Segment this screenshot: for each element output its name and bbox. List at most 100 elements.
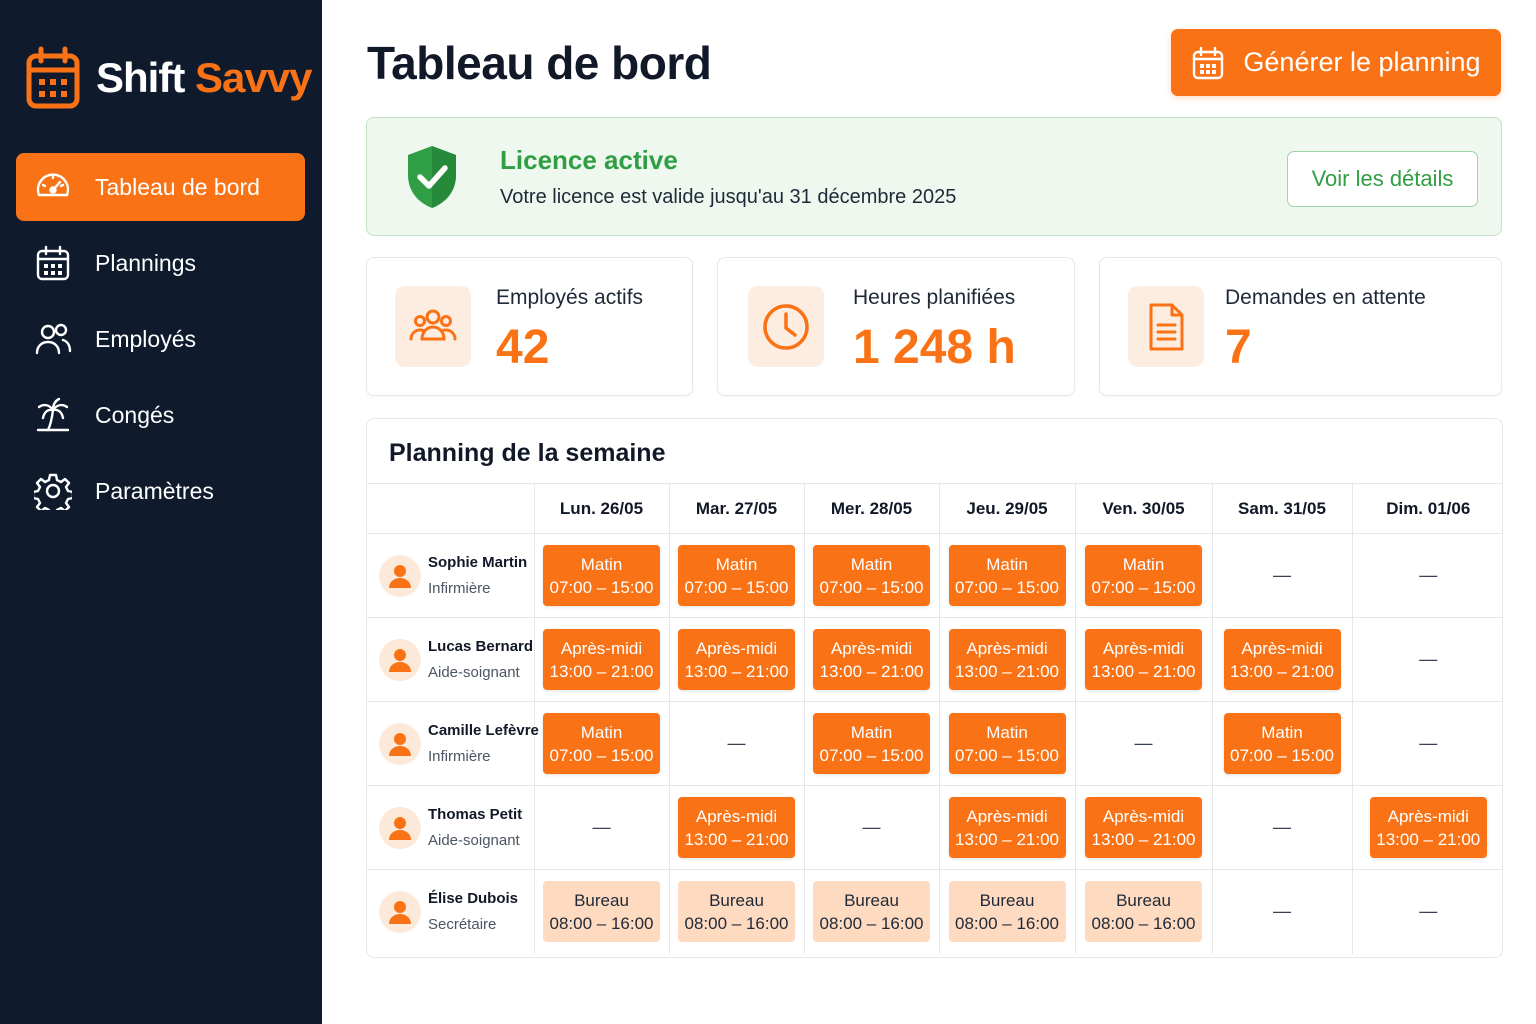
shift-block[interactable]: Matin 07:00 – 15:00: [678, 545, 795, 606]
shift-cell[interactable]: Après-midi 13:00 – 21:00: [1074, 617, 1212, 702]
brand-logo[interactable]: Shift Savvy: [26, 46, 312, 110]
shift-block[interactable]: Matin 07:00 – 15:00: [543, 545, 660, 606]
shift-block[interactable]: Matin 07:00 – 15:00: [813, 713, 930, 774]
shift-cell[interactable]: Bureau 08:00 – 16:00: [938, 869, 1075, 954]
person-icon: [389, 816, 411, 840]
person-icon: [389, 564, 411, 588]
sidebar-item-conges[interactable]: Congés: [16, 381, 305, 449]
shift-cell[interactable]: Après-midi 13:00 – 21:00: [1351, 785, 1502, 870]
sidebar-item-employes[interactable]: Employés: [16, 305, 305, 373]
shift-cell[interactable]: —: [1351, 869, 1502, 954]
shift-block[interactable]: Bureau 08:00 – 16:00: [543, 881, 660, 943]
shift-cell[interactable]: Bureau 08:00 – 16:00: [533, 869, 669, 954]
shift-cell[interactable]: Matin 07:00 – 15:00: [938, 533, 1075, 618]
shift-cell[interactable]: Matin 07:00 – 15:00: [668, 533, 804, 618]
empty-shift: —: [1419, 565, 1438, 585]
users-icon: [409, 309, 457, 340]
sidebar-item-parametres[interactable]: Paramètres: [16, 457, 305, 525]
shift-block[interactable]: Bureau 08:00 – 16:00: [678, 881, 795, 943]
empty-shift: —: [592, 817, 611, 837]
shift-block[interactable]: Après-midi 13:00 – 21:00: [543, 629, 660, 690]
generate-planning-button[interactable]: Générer le planning: [1171, 29, 1501, 96]
shift-block[interactable]: Matin 07:00 – 15:00: [813, 545, 930, 606]
shift-cell[interactable]: Bureau 08:00 – 16:00: [1074, 869, 1212, 954]
shift-time: 08:00 – 16:00: [1091, 913, 1196, 933]
shift-cell[interactable]: Après-midi 13:00 – 21:00: [668, 617, 804, 702]
stat-value: 7: [1225, 321, 1252, 374]
shift-block[interactable]: Après-midi 13:00 – 21:00: [1223, 629, 1341, 690]
shift-time: 08:00 – 16:00: [549, 913, 654, 933]
shift-block[interactable]: Après-midi 13:00 – 21:00: [678, 629, 795, 690]
employee-cell[interactable]: Thomas Petit Aide-soignant: [367, 785, 534, 870]
shift-cell[interactable]: —: [1211, 785, 1352, 870]
employee-name: Élise Dubois: [428, 890, 519, 908]
shift-cell[interactable]: —: [668, 701, 804, 786]
shift-time: 13:00 – 21:00: [955, 829, 1059, 849]
shift-label: Matin: [850, 554, 893, 574]
shift-block[interactable]: Bureau 08:00 – 16:00: [948, 881, 1066, 943]
sidebar-item-dashboard[interactable]: Tableau de bord: [16, 153, 305, 221]
employee-cell[interactable]: Sophie Martin Infirmière: [367, 533, 534, 618]
shift-cell[interactable]: Matin 07:00 – 15:00: [1074, 533, 1212, 618]
shift-cell[interactable]: —: [1074, 701, 1212, 786]
shift-block[interactable]: Après-midi 13:00 – 21:00: [948, 629, 1066, 690]
shift-cell[interactable]: Matin 07:00 – 15:00: [938, 701, 1075, 786]
shift-time: 13:00 – 21:00: [819, 661, 924, 681]
shift-cell[interactable]: —: [533, 785, 669, 870]
shift-block[interactable]: Matin 07:00 – 15:00: [948, 545, 1066, 606]
employee-cell[interactable]: Camille Lefèvre Infirmière: [367, 701, 539, 786]
shift-cell[interactable]: Matin 07:00 – 15:00: [533, 533, 669, 618]
shift-label: Matin: [850, 722, 893, 742]
shift-cell[interactable]: Bureau 08:00 – 16:00: [803, 869, 939, 954]
shift-cell[interactable]: Après-midi 13:00 – 21:00: [938, 785, 1075, 870]
shift-cell[interactable]: —: [1351, 701, 1502, 786]
empty-shift: —: [1419, 733, 1438, 753]
shift-cell[interactable]: Après-midi 13:00 – 21:00: [668, 785, 804, 870]
view-details-button[interactable]: Voir les détails: [1287, 151, 1478, 207]
employee-cell[interactable]: Lucas Bernard Aide-soignant: [367, 617, 534, 702]
empty-shift: —: [1273, 565, 1291, 585]
employee-name: Lucas Bernard: [428, 638, 534, 655]
shift-cell[interactable]: Après-midi 13:00 – 21:00: [938, 617, 1075, 702]
shift-cell[interactable]: Après-midi 13:00 – 21:00: [1211, 617, 1352, 702]
shift-block[interactable]: Après-midi 13:00 – 21:00: [1085, 629, 1202, 690]
shift-cell[interactable]: —: [1211, 869, 1352, 954]
sidebar-item-plannings[interactable]: Plannings: [16, 229, 305, 297]
shift-block[interactable]: Après-midi 13:00 – 21:00: [1369, 797, 1487, 858]
stat-icon-box: [748, 286, 824, 367]
shift-cell[interactable]: —: [1351, 617, 1502, 702]
shift-block[interactable]: Matin 07:00 – 15:00: [1223, 713, 1341, 774]
stat-card-pending-requests: Demandes en attente 7: [1099, 257, 1502, 396]
employee-cell[interactable]: Élise Dubois Secrétaire: [367, 869, 534, 954]
shift-block[interactable]: Après-midi 13:00 – 21:00: [1085, 797, 1202, 858]
shift-block[interactable]: Matin 07:00 – 15:00: [948, 713, 1066, 774]
shift-cell[interactable]: Matin 07:00 – 15:00: [1211, 701, 1352, 786]
shift-label: Matin: [580, 722, 623, 742]
shift-block[interactable]: Matin 07:00 – 15:00: [543, 713, 660, 774]
shift-block[interactable]: Après-midi 13:00 – 21:00: [678, 797, 795, 858]
shift-cell[interactable]: —: [803, 785, 939, 870]
dashboard-gauge-icon: [36, 173, 70, 197]
shift-block[interactable]: Matin 07:00 – 15:00: [1085, 545, 1202, 606]
shift-label: Matin: [986, 722, 1028, 742]
shift-time: 08:00 – 16:00: [819, 913, 924, 933]
empty-shift: —: [1134, 733, 1153, 753]
shift-time: 13:00 – 21:00: [1376, 829, 1481, 849]
table-row: Élise Dubois Secrétaire Bureau 08:00 – 16:0…: [367, 869, 1502, 954]
table-row: Thomas Petit Aide-soignant — Après-midi 13:0…: [367, 785, 1502, 870]
shift-cell[interactable]: —: [1351, 533, 1502, 618]
shift-cell[interactable]: Bureau 08:00 – 16:00: [668, 869, 804, 954]
shift-cell[interactable]: —: [1211, 533, 1352, 618]
shift-cell[interactable]: Après-midi 13:00 – 21:00: [533, 617, 669, 702]
shift-block[interactable]: Bureau 08:00 – 16:00: [813, 881, 930, 943]
shift-cell[interactable]: Matin 07:00 – 15:00: [803, 701, 939, 786]
shift-cell[interactable]: Après-midi 13:00 – 21:00: [1074, 785, 1212, 870]
shift-cell[interactable]: Après-midi 13:00 – 21:00: [803, 617, 939, 702]
shift-block[interactable]: Après-midi 13:00 – 21:00: [813, 629, 930, 690]
shift-cell[interactable]: Matin 07:00 – 15:00: [803, 533, 939, 618]
empty-shift: —: [1419, 649, 1438, 669]
shift-label: Après-midi: [966, 638, 1048, 658]
shift-block[interactable]: Bureau 08:00 – 16:00: [1085, 881, 1202, 943]
shift-block[interactable]: Après-midi 13:00 – 21:00: [948, 797, 1066, 858]
shift-cell[interactable]: Matin 07:00 – 15:00: [533, 701, 669, 786]
